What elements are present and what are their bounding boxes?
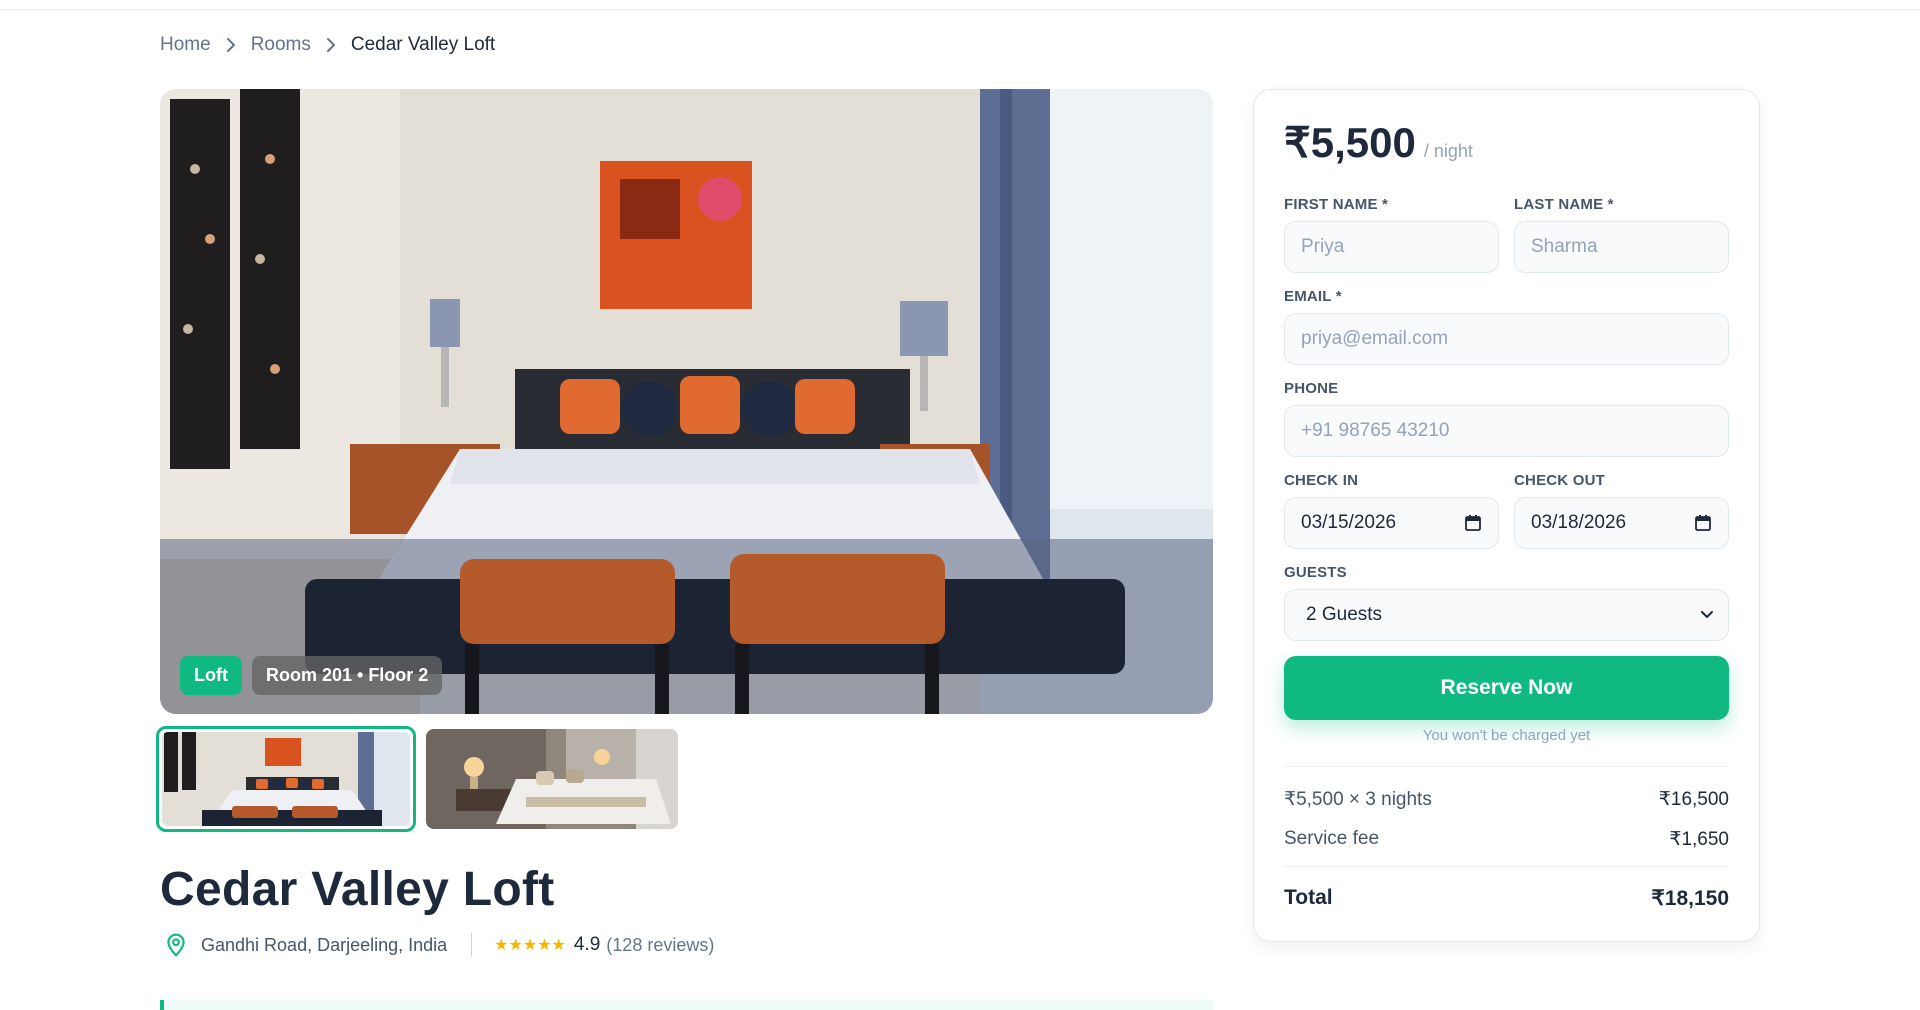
check-out-label: CHECK OUT [1514, 472, 1605, 489]
check-in-value: 03/15/2026 [1301, 512, 1397, 533]
no-charge-note: You won't be charged yet [1422, 727, 1591, 744]
room-title: Cedar Valley Loft [160, 863, 555, 916]
email-input[interactable] [1284, 313, 1729, 365]
service-fee-label: Service fee [1284, 828, 1380, 849]
check-out-value: 03/18/2026 [1531, 512, 1627, 533]
thumbnail-image [426, 729, 678, 829]
total-label: Total [1284, 886, 1333, 909]
booking-card: ₹5,500 / night FIRST NAME * LAST NAME * … [1253, 89, 1760, 942]
price-amount: ₹5,500 [1284, 119, 1416, 166]
thumbnail-2[interactable] [426, 729, 678, 829]
last-name-input[interactable] [1514, 221, 1729, 273]
nights-value: ₹16,500 [1658, 789, 1729, 810]
room-type-badge: Loft [180, 656, 242, 695]
chevron-right-icon [311, 37, 351, 53]
phone-label: PHONE [1284, 380, 1339, 397]
meta-divider [471, 933, 473, 957]
divider [1284, 866, 1729, 867]
description-section-edge [160, 1000, 1213, 1010]
chevron-right-icon [211, 37, 251, 53]
breadcrumb-home[interactable]: Home [160, 34, 211, 56]
guests-select[interactable]: 2 Guests [1284, 589, 1729, 641]
breadcrumb-current: Cedar Valley Loft [350, 34, 496, 55]
thumbnail-1[interactable] [156, 726, 416, 832]
price-per-night: ₹5,500 / night [1284, 118, 1473, 167]
rating-stars-icon: ★★★★★ [494, 937, 566, 954]
guests-label: GUESTS [1284, 564, 1347, 581]
room-location-badge: Room 201 • Floor 2 [251, 656, 443, 695]
rating-value: 4.9 [573, 934, 601, 955]
reviews-link[interactable]: (128 reviews) [606, 935, 714, 956]
calendar-icon[interactable] [1694, 514, 1712, 532]
nights-label: ₹5,500 × 3 nights [1284, 789, 1432, 810]
chevron-down-icon [1701, 611, 1713, 618]
reserve-now-button[interactable]: Reserve Now [1284, 656, 1729, 720]
location-pin-icon [167, 933, 185, 957]
total-line: Total ₹18,150 [1284, 886, 1729, 911]
first-name-input[interactable] [1284, 221, 1499, 273]
breadcrumb: Home Rooms Cedar Valley Loft [160, 30, 495, 60]
last-name-label: LAST NAME * [1514, 196, 1614, 213]
total-value: ₹18,150 [1651, 887, 1729, 910]
thumbnail-strip [156, 726, 678, 832]
service-fee-value: ₹1,650 [1669, 829, 1729, 850]
phone-input[interactable] [1284, 405, 1729, 457]
nights-line: ₹5,500 × 3 nights ₹16,500 [1284, 788, 1729, 811]
thumbnail-image [162, 732, 410, 826]
main-room-photo[interactable]: Loft Room 201 • Floor 2 [160, 89, 1213, 714]
check-out-date-input[interactable]: 03/18/2026 [1514, 497, 1729, 549]
room-address: Gandhi Road, Darjeeling, India [201, 934, 448, 955]
guests-value: 2 Guests [1306, 604, 1383, 625]
bedroom-image [160, 89, 1213, 714]
room-meta: Gandhi Road, Darjeeling, India ★★★★★ 4.9… [163, 930, 714, 960]
first-name-label: FIRST NAME * [1284, 196, 1389, 213]
check-in-date-input[interactable]: 03/15/2026 [1284, 497, 1499, 549]
calendar-icon[interactable] [1464, 514, 1482, 532]
check-in-label: CHECK IN [1284, 472, 1359, 489]
divider [1284, 766, 1729, 767]
service-fee-line: Service fee ₹1,650 [1284, 828, 1729, 851]
price-unit: / night [1423, 141, 1473, 161]
top-navbar-edge [0, 0, 1920, 10]
breadcrumb-rooms[interactable]: Rooms [251, 34, 311, 56]
email-label: EMAIL * [1284, 288, 1342, 305]
